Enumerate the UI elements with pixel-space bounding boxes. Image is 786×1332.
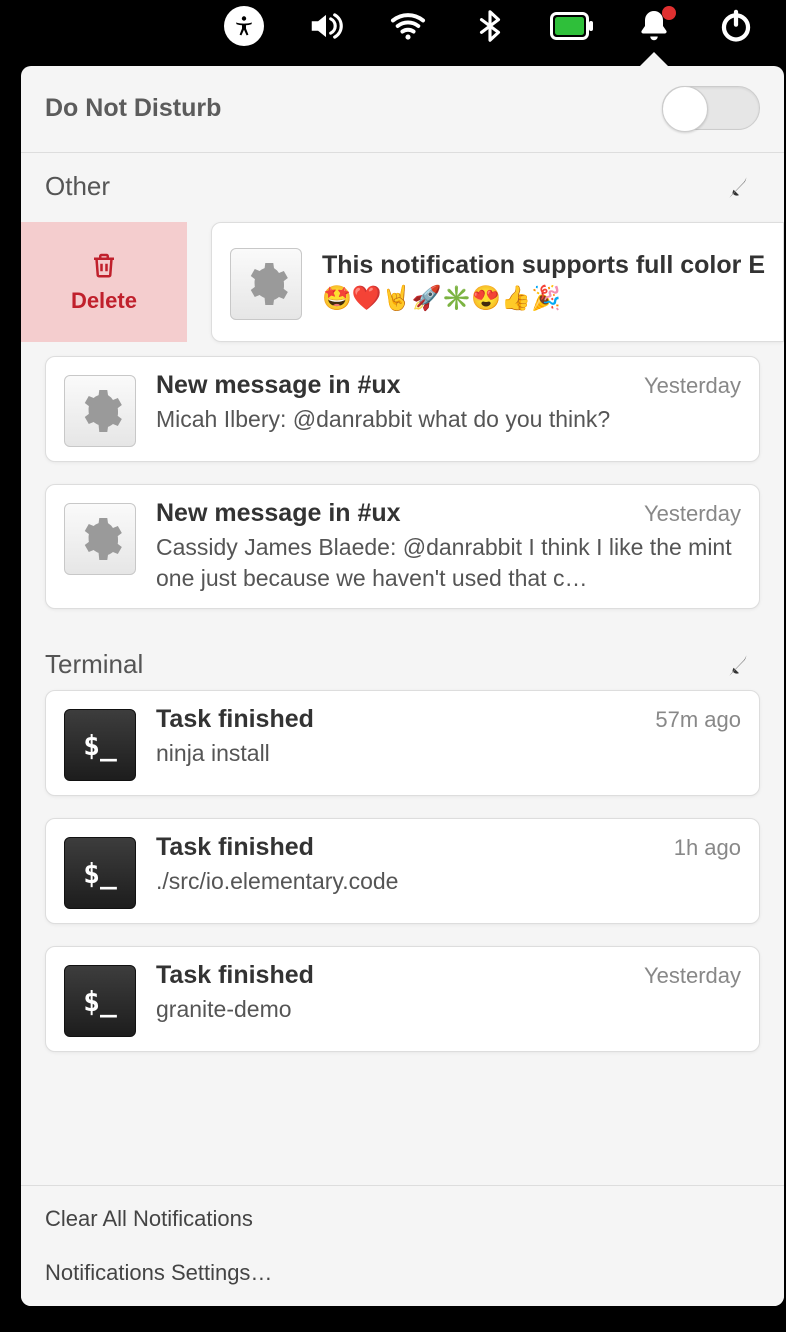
notification-swipe-row[interactable]: Delete This notification supports full c… bbox=[21, 222, 784, 342]
notification-time: Yesterday bbox=[644, 963, 741, 989]
wifi-icon[interactable] bbox=[386, 4, 430, 48]
notification-card[interactable]: $_ Task finished Yesterday granite-demo bbox=[45, 946, 760, 1052]
notification-title: This notification supports full color E bbox=[322, 251, 765, 280]
notifications-icon[interactable] bbox=[632, 4, 676, 48]
notifications-scroll[interactable]: Other Delete This notification supports … bbox=[21, 153, 784, 1185]
notification-time: Yesterday bbox=[644, 501, 741, 527]
clear-all-button[interactable]: Clear All Notifications bbox=[21, 1192, 784, 1246]
dnd-label: Do Not Disturb bbox=[45, 94, 221, 123]
dnd-toggle[interactable] bbox=[662, 86, 760, 130]
gear-icon bbox=[230, 248, 302, 320]
popover-arrow bbox=[638, 52, 670, 68]
notification-card[interactable]: $_ Task finished 1h ago ./src/io.element… bbox=[45, 818, 760, 924]
battery-icon[interactable] bbox=[550, 4, 594, 48]
terminal-icon: $_ bbox=[64, 709, 136, 781]
notification-body: 🤩❤️🤘🚀✳️😍👍🎉 bbox=[322, 284, 765, 313]
notifications-popover: Do Not Disturb Other Delete bbox=[21, 66, 784, 1306]
accessibility-icon[interactable] bbox=[222, 4, 266, 48]
notifications-settings-button[interactable]: Notifications Settings… bbox=[21, 1246, 784, 1300]
section-header-other: Other bbox=[21, 153, 784, 212]
notification-time: 57m ago bbox=[655, 707, 741, 733]
notification-card[interactable]: New message in #ux Yesterday Cassidy Jam… bbox=[45, 484, 760, 609]
notification-time: 1h ago bbox=[674, 835, 741, 861]
notification-title: New message in #ux bbox=[156, 371, 401, 400]
power-icon[interactable] bbox=[714, 4, 758, 48]
notification-card[interactable]: New message in #ux Yesterday Micah Ilber… bbox=[45, 356, 760, 462]
section-header-terminal: Terminal bbox=[21, 631, 784, 690]
notification-body: ninja install bbox=[156, 738, 741, 769]
delete-action[interactable]: Delete bbox=[21, 222, 187, 342]
notification-title: Task finished bbox=[156, 705, 314, 734]
dnd-row: Do Not Disturb bbox=[21, 66, 784, 153]
notification-body: Cassidy James Blaede: @danrabbit I think… bbox=[156, 532, 741, 594]
gear-icon bbox=[64, 503, 136, 575]
notification-title: New message in #ux bbox=[156, 499, 401, 528]
notification-body: granite-demo bbox=[156, 994, 741, 1025]
volume-icon[interactable] bbox=[304, 4, 348, 48]
gear-icon bbox=[64, 375, 136, 447]
system-topbar bbox=[0, 0, 786, 52]
notification-time: Yesterday bbox=[644, 373, 741, 399]
clear-section-button[interactable] bbox=[724, 172, 754, 202]
delete-label: Delete bbox=[71, 288, 137, 314]
notification-badge bbox=[662, 6, 676, 20]
notification-body: ./src/io.elementary.code bbox=[156, 866, 741, 897]
notification-title: Task finished bbox=[156, 833, 314, 862]
clear-section-button[interactable] bbox=[724, 650, 754, 680]
terminal-icon: $_ bbox=[64, 837, 136, 909]
terminal-icon: $_ bbox=[64, 965, 136, 1037]
section-title: Other bbox=[45, 171, 110, 202]
popover-footer: Clear All Notifications Notifications Se… bbox=[21, 1185, 784, 1306]
bluetooth-icon[interactable] bbox=[468, 4, 512, 48]
notification-card[interactable]: $_ Task finished 57m ago ninja install bbox=[45, 690, 760, 796]
notification-card[interactable]: This notification supports full color E … bbox=[211, 222, 784, 342]
notification-title: Task finished bbox=[156, 961, 314, 990]
notification-body: Micah Ilbery: @danrabbit what do you thi… bbox=[156, 404, 741, 435]
section-title: Terminal bbox=[45, 649, 143, 680]
